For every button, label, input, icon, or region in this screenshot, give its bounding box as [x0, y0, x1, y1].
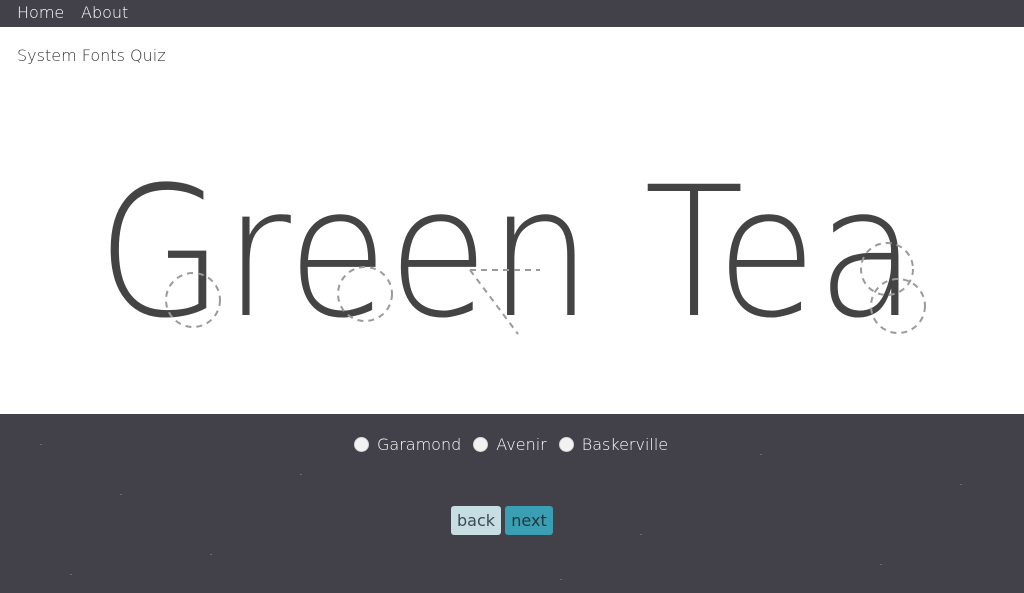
font-specimen: Green Tea [97, 149, 926, 358]
texture-speck [760, 454, 762, 455]
texture-speck [300, 474, 302, 475]
option-baskerville[interactable]: Baskerville [558, 434, 669, 454]
radio-button[interactable] [354, 436, 369, 452]
specimen-text: Green Tea [97, 149, 917, 358]
nav-about-link[interactable]: About [81, 3, 128, 22]
nav-home-link[interactable]: Home [17, 3, 64, 22]
option-label: Baskerville [581, 434, 669, 454]
option-avenir[interactable]: Avenir [473, 434, 547, 454]
quiz-panel: System Fonts Quiz Green Tea [0, 27, 1024, 414]
texture-speck [560, 579, 562, 580]
texture-speck [120, 494, 122, 495]
option-label: Avenir [496, 434, 547, 454]
next-button[interactable]: next [505, 506, 553, 535]
top-nav: Home About [0, 0, 1024, 27]
option-label: Garamond [377, 434, 462, 454]
texture-speck [960, 484, 962, 485]
option-garamond[interactable]: Garamond [354, 435, 461, 454]
back-button[interactable]: back [451, 506, 501, 535]
font-options: Garamond Avenir Baskerville [354, 433, 680, 455]
radio-button[interactable] [558, 436, 574, 452]
texture-speck [40, 444, 42, 445]
texture-speck [70, 574, 72, 575]
radio-button[interactable] [473, 436, 489, 452]
texture-speck [880, 564, 882, 565]
texture-speck [210, 554, 212, 555]
texture-speck [640, 534, 642, 535]
